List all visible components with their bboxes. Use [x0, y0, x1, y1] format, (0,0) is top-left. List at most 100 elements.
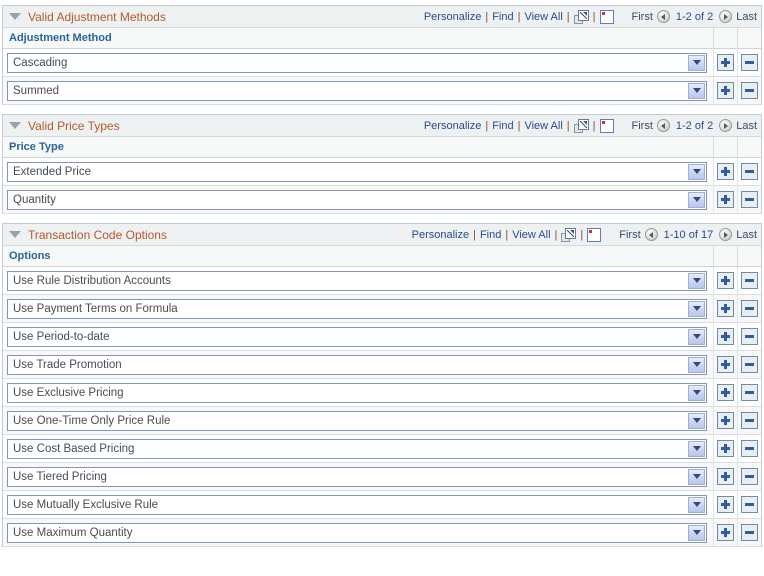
chevron-down-icon[interactable] [688, 468, 705, 485]
value-dropdown[interactable]: Use Cost Based Pricing [7, 438, 707, 459]
first-page-link[interactable]: First [619, 229, 640, 241]
chevron-down-icon[interactable] [688, 412, 705, 429]
add-row-cell [713, 351, 737, 378]
value-dropdown[interactable]: Use Period-to-date [7, 326, 707, 347]
delete-row-icon[interactable] [741, 440, 758, 457]
add-row-icon[interactable] [717, 272, 734, 289]
delete-row-icon[interactable] [741, 328, 758, 345]
delete-row-icon[interactable] [741, 384, 758, 401]
value-dropdown[interactable]: Quantity [7, 189, 707, 210]
value-dropdown[interactable]: Use Payment Terms on Formula [7, 298, 707, 319]
delete-row-icon[interactable] [741, 191, 758, 208]
value-dropdown[interactable]: Extended Price [7, 161, 707, 182]
delete-row-cell [737, 77, 761, 104]
delete-row-icon[interactable] [741, 300, 758, 317]
add-row-icon[interactable] [717, 54, 734, 71]
add-row-icon[interactable] [717, 300, 734, 317]
delete-row-icon[interactable] [741, 54, 758, 71]
add-row-icon[interactable] [717, 356, 734, 373]
value-dropdown[interactable]: Use One-Time Only Price Rule [7, 410, 707, 431]
personalize-link[interactable]: Personalize [412, 229, 469, 241]
value-dropdown[interactable]: Use Mutually Exclusive Rule [7, 494, 707, 515]
add-row-icon[interactable] [717, 328, 734, 345]
grid-section-title: Transaction Code Options [28, 227, 167, 242]
personalize-link[interactable]: Personalize [424, 120, 481, 132]
chevron-down-icon[interactable] [688, 384, 705, 401]
next-page-icon[interactable] [719, 119, 733, 132]
link-separator: | [554, 228, 558, 241]
chevron-down-icon[interactable] [688, 300, 705, 317]
next-page-icon[interactable] [719, 228, 733, 241]
chevron-down-icon[interactable] [688, 440, 705, 457]
view-all-link[interactable]: View All [524, 120, 562, 132]
add-row-icon[interactable] [717, 440, 734, 457]
last-page-link[interactable]: Last [736, 229, 757, 241]
delete-row-icon[interactable] [741, 524, 758, 541]
add-row-icon[interactable] [717, 524, 734, 541]
expand-to-window-icon[interactable] [573, 118, 589, 133]
value-dropdown[interactable]: Use Maximum Quantity [7, 522, 707, 543]
column-header-row: Price Type [3, 137, 761, 158]
triangle-down-icon[interactable] [9, 122, 21, 129]
download-to-spreadsheet-icon[interactable] [599, 9, 614, 24]
add-row-icon[interactable] [717, 163, 734, 180]
next-page-icon[interactable] [719, 10, 733, 23]
add-row-icon[interactable] [717, 384, 734, 401]
add-row-icon[interactable] [717, 191, 734, 208]
find-link[interactable]: Find [492, 120, 513, 132]
last-page-link[interactable]: Last [736, 11, 757, 23]
value-dropdown[interactable]: Use Tiered Pricing [7, 466, 707, 487]
minus-horizontal [745, 447, 754, 450]
table-row: Quantity [3, 186, 761, 214]
grid-toolbar-links: Personalize | Find | View All | | [424, 9, 614, 24]
value-dropdown[interactable]: Use Rule Distribution Accounts [7, 270, 707, 291]
delete-row-icon[interactable] [741, 272, 758, 289]
view-all-link[interactable]: View All [524, 11, 562, 23]
expand-to-window-icon[interactable] [573, 9, 589, 24]
row-value-cell: Use Trade Promotion [3, 354, 713, 375]
download-to-spreadsheet-icon[interactable] [599, 118, 614, 133]
previous-page-icon[interactable] [644, 228, 658, 241]
chevron-down-icon[interactable] [688, 524, 705, 541]
minus-horizontal [745, 363, 754, 366]
find-link[interactable]: Find [492, 11, 513, 23]
delete-row-icon[interactable] [741, 496, 758, 513]
download-to-spreadsheet-icon[interactable] [587, 227, 602, 242]
add-row-icon[interactable] [717, 412, 734, 429]
value-dropdown[interactable]: Cascading [7, 52, 707, 73]
table-row: Use One-Time Only Price Rule [3, 407, 761, 435]
add-row-icon[interactable] [717, 468, 734, 485]
previous-page-icon[interactable] [656, 119, 670, 132]
previous-page-icon[interactable] [656, 10, 670, 23]
chevron-down-icon[interactable] [688, 163, 705, 180]
chevron-down-icon[interactable] [688, 191, 705, 208]
grid-paging: First 1-2 of 2 Last [632, 119, 757, 132]
add-row-icon[interactable] [717, 496, 734, 513]
delete-row-cell [737, 158, 761, 185]
value-dropdown[interactable]: Summed [7, 80, 707, 101]
delete-row-icon[interactable] [741, 82, 758, 99]
view-all-link[interactable]: View All [512, 229, 550, 241]
delete-row-icon[interactable] [741, 163, 758, 180]
last-page-link[interactable]: Last [736, 120, 757, 132]
chevron-down-icon[interactable] [688, 328, 705, 345]
chevron-down-icon[interactable] [688, 496, 705, 513]
expand-to-window-icon[interactable] [561, 227, 577, 242]
first-page-link[interactable]: First [632, 11, 653, 23]
chevron-down-icon[interactable] [688, 82, 705, 99]
add-row-icon[interactable] [717, 82, 734, 99]
triangle-down-icon[interactable] [9, 231, 21, 238]
chevron-down-icon[interactable] [688, 356, 705, 373]
value-dropdown[interactable]: Use Exclusive Pricing [7, 382, 707, 403]
delete-row-icon[interactable] [741, 412, 758, 429]
chevron-down-icon[interactable] [688, 54, 705, 71]
delete-row-icon[interactable] [741, 356, 758, 373]
first-page-link[interactable]: First [632, 120, 653, 132]
triangle-down-icon[interactable] [9, 13, 21, 20]
personalize-link[interactable]: Personalize [424, 11, 481, 23]
grid-icon-marker [601, 11, 605, 15]
value-dropdown[interactable]: Use Trade Promotion [7, 354, 707, 375]
chevron-down-icon[interactable] [688, 272, 705, 289]
delete-row-icon[interactable] [741, 468, 758, 485]
find-link[interactable]: Find [480, 229, 501, 241]
